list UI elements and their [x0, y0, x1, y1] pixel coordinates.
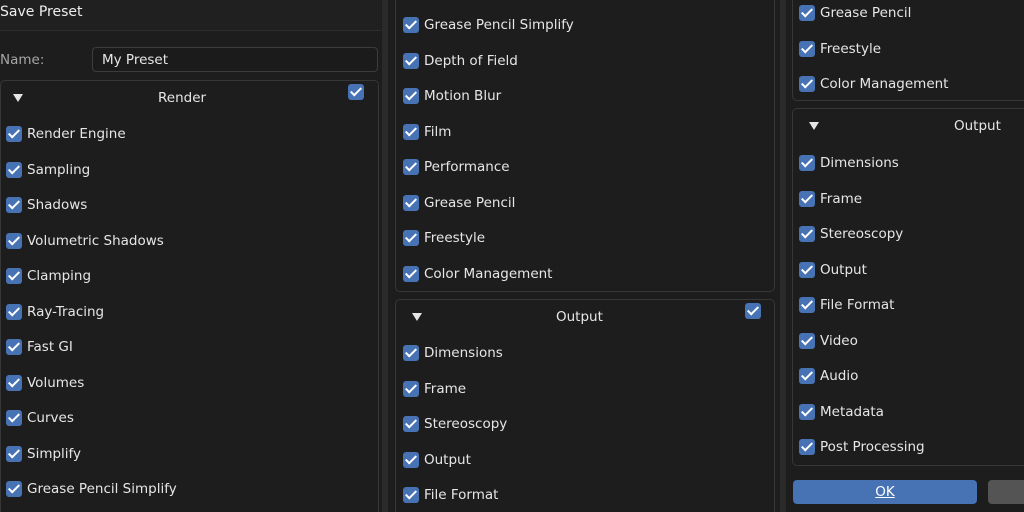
render-panel-checkbox[interactable] — [348, 84, 364, 100]
checkbox-label: Metadata — [820, 403, 884, 420]
checkbox-label: Ray-Tracing — [27, 303, 105, 320]
checkbox-frame[interactable] — [799, 190, 815, 207]
output-panel-header[interactable]: Output — [793, 109, 1024, 145]
dialog-title-bar: Save Preset — [0, 0, 381, 31]
checkbox-label: Motion Blur — [424, 88, 502, 104]
checkbox-label: Color Management — [424, 265, 553, 282]
checkbox-output[interactable] — [799, 261, 815, 278]
render-panel-continued: Grease Pencil Freestyle Color Management — [792, 0, 1024, 101]
checkbox-label: Grease Pencil Simplify — [424, 17, 574, 33]
middle-column: Grease Pencil Simplify Depth of Field Moti… — [389, 0, 781, 512]
checkbox-label: Render Engine — [27, 126, 126, 142]
checkbox-label: Grease Pencil Simplify — [27, 481, 177, 497]
left-column: Save Preset Name: Render Render Engine Sa… — [0, 0, 381, 512]
checkbox-label: Audio — [820, 368, 859, 384]
checkbox-label: Frame — [820, 190, 863, 207]
checkbox-label: File Format — [424, 487, 499, 503]
checkbox-performance[interactable] — [403, 159, 419, 175]
checkbox-post-processing[interactable] — [799, 439, 815, 455]
output-panel-title: Output — [954, 118, 1001, 134]
checkbox-frame[interactable] — [403, 380, 419, 397]
checkbox-label: Depth of Field — [424, 52, 518, 69]
preset-name-input[interactable] — [92, 47, 378, 72]
checkbox-clamping[interactable] — [6, 268, 22, 284]
checkbox-label: Output — [424, 451, 471, 468]
checkbox-ray-tracing[interactable] — [6, 303, 22, 320]
render-panel-title: Render — [158, 90, 207, 106]
render-panel: Render Render Engine Sampling Shadows Volum… — [0, 80, 379, 512]
collapse-triangle-icon[interactable] — [13, 94, 23, 102]
checkbox-label: Shadows — [27, 197, 88, 213]
collapse-triangle-icon[interactable] — [809, 122, 819, 130]
checkbox-freestyle[interactable] — [403, 230, 419, 246]
checkbox-file-format[interactable] — [799, 297, 815, 313]
checkbox-label: Dimensions — [424, 345, 503, 361]
checkbox-stereoscopy[interactable] — [403, 416, 419, 432]
checkbox-file-format[interactable] — [403, 487, 419, 503]
checkbox-grease-pencil-simplify[interactable] — [403, 17, 419, 33]
checkbox-audio[interactable] — [799, 368, 815, 384]
checkbox-label: Curves — [27, 410, 74, 426]
checkbox-grease-pencil[interactable] — [403, 194, 419, 211]
checkbox-video[interactable] — [799, 332, 815, 349]
checkbox-label: Freestyle — [424, 230, 486, 246]
checkbox-sampling[interactable] — [6, 161, 22, 178]
checkbox-label: File Format — [820, 297, 895, 313]
cancel-button[interactable] — [988, 480, 1024, 504]
checkbox-film[interactable] — [403, 123, 419, 140]
checkbox-label: Freestyle — [820, 40, 882, 57]
checkbox-label: Volumetric Shadows — [27, 232, 164, 249]
checkbox-label: Volumes — [27, 374, 85, 391]
checkbox-label: Clamping — [27, 268, 92, 284]
checkbox-label: Fast GI — [27, 339, 73, 355]
output-panel: Output Dimensions Frame Stereoscopy Output F… — [792, 108, 1024, 466]
checkbox-label: Post Processing — [820, 439, 925, 455]
render-panel-header[interactable]: Render — [1, 81, 378, 117]
checkbox-volumes[interactable] — [6, 374, 22, 391]
checkbox-label: Dimensions — [820, 155, 899, 171]
checkbox-label: Stereoscopy — [424, 416, 508, 432]
render-panel-continued: Grease Pencil Simplify Depth of Field Moti… — [395, 0, 775, 292]
checkbox-color-management[interactable] — [799, 76, 815, 92]
checkbox-curves[interactable] — [6, 410, 22, 426]
checkbox-label: Simplify — [27, 445, 82, 462]
checkbox-dimensions[interactable] — [799, 155, 815, 171]
checkbox-volumetric-shadows[interactable] — [6, 232, 22, 249]
dialog-title: Save Preset — [0, 4, 83, 20]
checkbox-label: Grease Pencil — [820, 5, 912, 21]
checkbox-depth-of-field[interactable] — [403, 52, 419, 69]
checkbox-stereoscopy[interactable] — [799, 226, 815, 242]
output-panel-checkbox[interactable] — [745, 303, 761, 319]
checkbox-label: Sampling — [27, 161, 91, 178]
name-label: Name: — [0, 52, 45, 68]
name-row: Name: — [0, 46, 381, 74]
checkbox-color-management[interactable] — [403, 265, 419, 282]
checkbox-label: Output — [820, 261, 867, 278]
checkbox-grease-pencil-simplify[interactable] — [6, 481, 22, 497]
checkbox-metadata[interactable] — [799, 403, 815, 420]
right-column: Grease Pencil Freestyle Color Management O… — [786, 0, 1024, 512]
column-divider[interactable] — [382, 0, 388, 512]
output-panel-header[interactable]: Output — [396, 300, 774, 336]
checkbox-label: Grease Pencil — [424, 194, 516, 211]
ok-button[interactable]: OK — [793, 480, 977, 504]
collapse-triangle-icon[interactable] — [412, 313, 422, 321]
checkbox-render-engine[interactable] — [6, 126, 22, 142]
checkbox-motion-blur[interactable] — [403, 88, 419, 104]
checkbox-label: Video — [820, 332, 858, 349]
checkbox-output[interactable] — [403, 451, 419, 468]
checkbox-dimensions[interactable] — [403, 345, 419, 361]
checkbox-simplify[interactable] — [6, 445, 22, 462]
checkbox-label: Frame — [424, 380, 467, 397]
checkbox-freestyle[interactable] — [799, 40, 815, 57]
checkbox-grease-pencil[interactable] — [799, 5, 815, 21]
checkbox-label: Stereoscopy — [820, 226, 904, 242]
output-panel: Output Dimensions Frame Stereoscopy Output F… — [395, 299, 775, 512]
output-panel-title: Output — [556, 309, 603, 325]
checkbox-label: Color Management — [820, 76, 949, 92]
checkbox-label: Performance — [424, 159, 510, 175]
checkbox-fast-gi[interactable] — [6, 339, 22, 355]
checkbox-label: Film — [424, 123, 452, 140]
checkbox-shadows[interactable] — [6, 197, 22, 213]
